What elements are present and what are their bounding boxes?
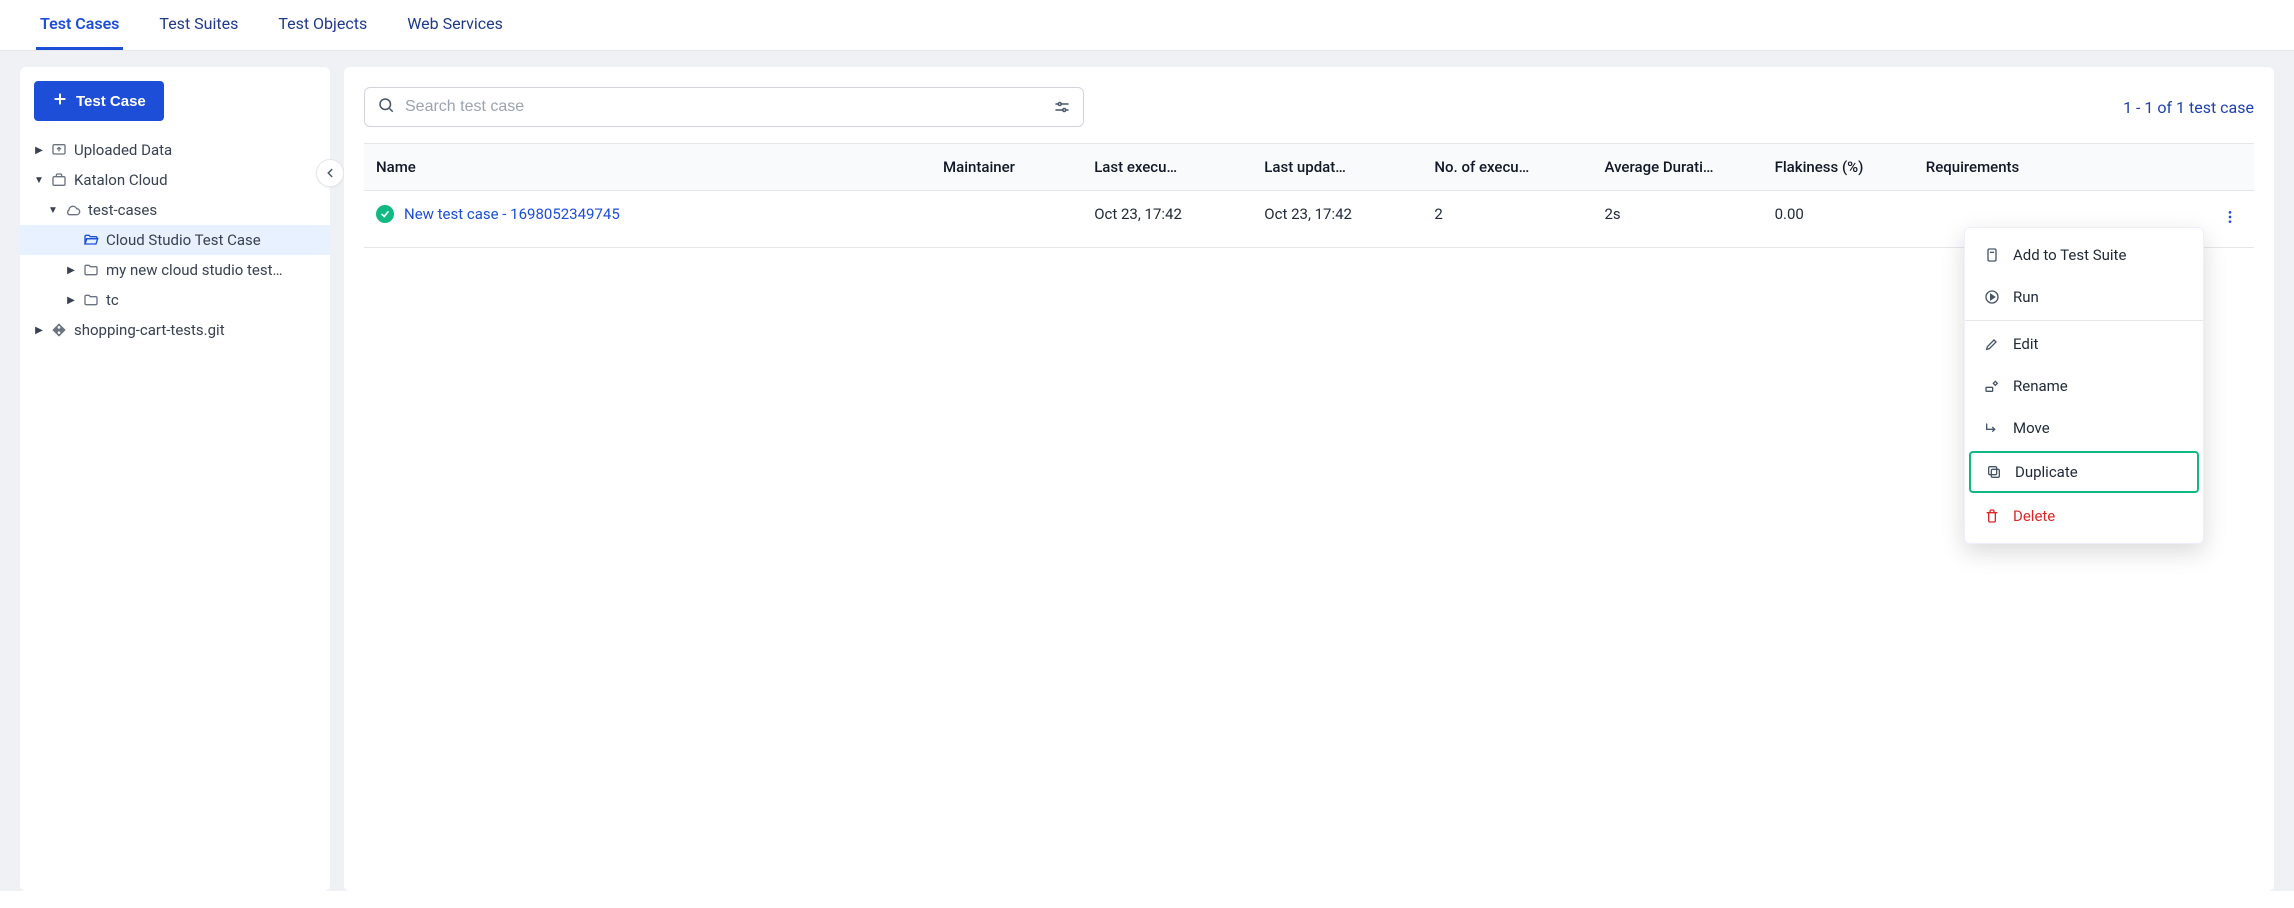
toolbar: 1 - 1 of 1 test case <box>364 87 2254 127</box>
cell-num-exec: 2 <box>1422 191 1592 248</box>
tab-web-services[interactable]: Web Services <box>403 0 507 50</box>
duplicate-icon <box>1985 464 2003 480</box>
col-last-updated[interactable]: Last updat… <box>1252 144 1422 191</box>
briefcase-icon <box>50 172 68 188</box>
col-avg-duration[interactable]: Average Durati… <box>1592 144 1762 191</box>
chevron-right-icon: ▶ <box>34 325 44 336</box>
cell-maintainer <box>931 191 1082 248</box>
chevron-right-icon: ▶ <box>66 265 76 276</box>
col-num-exec[interactable]: No. of execu… <box>1422 144 1592 191</box>
menu-duplicate[interactable]: Duplicate <box>1969 451 2199 493</box>
tree: ▶ Uploaded Data ▼ Katalon Cloud ▼ test-c… <box>20 135 330 345</box>
menu-label: Duplicate <box>2015 463 2078 481</box>
search-box[interactable] <box>364 87 1084 127</box>
menu-label: Rename <box>2013 377 2068 395</box>
pencil-icon <box>1983 336 2001 352</box>
tree-item-shopping-cart-tests[interactable]: ▶ shopping-cart-tests.git <box>20 315 330 345</box>
filter-icon[interactable] <box>1053 98 1071 116</box>
folder-icon <box>82 292 100 308</box>
trash-icon <box>1983 508 2001 524</box>
menu-label: Edit <box>2013 335 2038 353</box>
row-actions-kebab[interactable] <box>2218 205 2242 233</box>
sidebar: Test Case ▶ Uploaded Data ▼ Katalon Clou… <box>20 67 330 891</box>
menu-label: Add to Test Suite <box>2013 246 2126 264</box>
upload-icon <box>50 142 68 158</box>
col-maintainer[interactable]: Maintainer <box>931 144 1082 191</box>
col-requirements[interactable]: Requirements <box>1914 144 2141 191</box>
tree-label: shopping-cart-tests.git <box>74 321 225 339</box>
file-icon <box>1983 247 2001 263</box>
menu-label: Delete <box>2013 507 2055 525</box>
tree-label: tc <box>106 291 119 309</box>
plus-icon <box>52 91 68 111</box>
move-icon <box>1983 420 2001 436</box>
menu-label: Move <box>2013 419 2050 437</box>
collapse-sidebar-button[interactable] <box>316 159 344 187</box>
menu-move[interactable]: Move <box>1965 407 2203 449</box>
tree-item-katalon-cloud[interactable]: ▼ Katalon Cloud <box>20 165 330 195</box>
results-count: 1 - 1 of 1 test case <box>2123 98 2254 117</box>
tree-label: test-cases <box>88 201 157 219</box>
chevron-down-icon: ▼ <box>34 175 44 186</box>
menu-edit[interactable]: Edit <box>1965 323 2203 365</box>
test-case-link[interactable]: New test case - 1698052349745 <box>404 205 620 223</box>
tree-label: Uploaded Data <box>74 141 172 159</box>
tree-item-tc[interactable]: ▶ tc <box>20 285 330 315</box>
search-input[interactable] <box>405 98 1043 116</box>
folder-icon <box>82 262 100 278</box>
main-panel: 1 - 1 of 1 test case Name Maintainer Las… <box>344 67 2274 891</box>
play-icon <box>1983 289 2001 305</box>
cell-flakiness: 0.00 <box>1763 191 1914 248</box>
menu-delete[interactable]: Delete <box>1965 495 2203 537</box>
rename-icon <box>1983 378 2001 394</box>
menu-separator <box>1965 320 2203 321</box>
menu-label: Run <box>2013 288 2039 306</box>
git-icon <box>50 322 68 338</box>
tree-label: Cloud Studio Test Case <box>106 231 261 249</box>
tree-item-test-cases[interactable]: ▼ test-cases <box>20 195 330 225</box>
menu-run[interactable]: Run <box>1965 276 2203 318</box>
chevron-right-icon: ▶ <box>66 295 76 306</box>
cell-last-executed: Oct 23, 17:42 <box>1082 191 1252 248</box>
tree-item-uploaded-data[interactable]: ▶ Uploaded Data <box>20 135 330 165</box>
cloud-icon <box>64 202 82 218</box>
tab-test-objects[interactable]: Test Objects <box>274 0 371 50</box>
status-passed-icon <box>376 205 394 223</box>
tree-item-my-new-cloud-studio[interactable]: ▶ my new cloud studio test… <box>20 255 330 285</box>
col-last-executed[interactable]: Last execu… <box>1082 144 1252 191</box>
col-flakiness[interactable]: Flakiness (%) <box>1763 144 1914 191</box>
add-button-label: Test Case <box>76 93 146 110</box>
menu-add-to-test-suite[interactable]: Add to Test Suite <box>1965 234 2203 276</box>
workspace: Test Case ▶ Uploaded Data ▼ Katalon Clou… <box>0 51 2294 891</box>
tree-label: Katalon Cloud <box>74 171 168 189</box>
tree-label: my new cloud studio test… <box>106 261 283 279</box>
menu-rename[interactable]: Rename <box>1965 365 2203 407</box>
chevron-down-icon: ▼ <box>48 205 58 216</box>
search-icon <box>377 96 395 118</box>
col-name[interactable]: Name <box>364 144 931 191</box>
cell-avg-duration: 2s <box>1592 191 1762 248</box>
chevron-right-icon: ▶ <box>34 145 44 156</box>
tree-item-cloud-studio-test-case[interactable]: Cloud Studio Test Case <box>20 225 330 255</box>
tab-test-suites[interactable]: Test Suites <box>155 0 242 50</box>
row-context-menu: Add to Test Suite Run Edit Rename <box>1964 227 2204 544</box>
cell-last-updated: Oct 23, 17:42 <box>1252 191 1422 248</box>
tab-test-cases[interactable]: Test Cases <box>36 0 123 50</box>
folder-open-icon <box>82 232 100 248</box>
top-tabs: Test Cases Test Suites Test Objects Web … <box>0 0 2294 51</box>
add-test-case-button[interactable]: Test Case <box>34 81 164 121</box>
